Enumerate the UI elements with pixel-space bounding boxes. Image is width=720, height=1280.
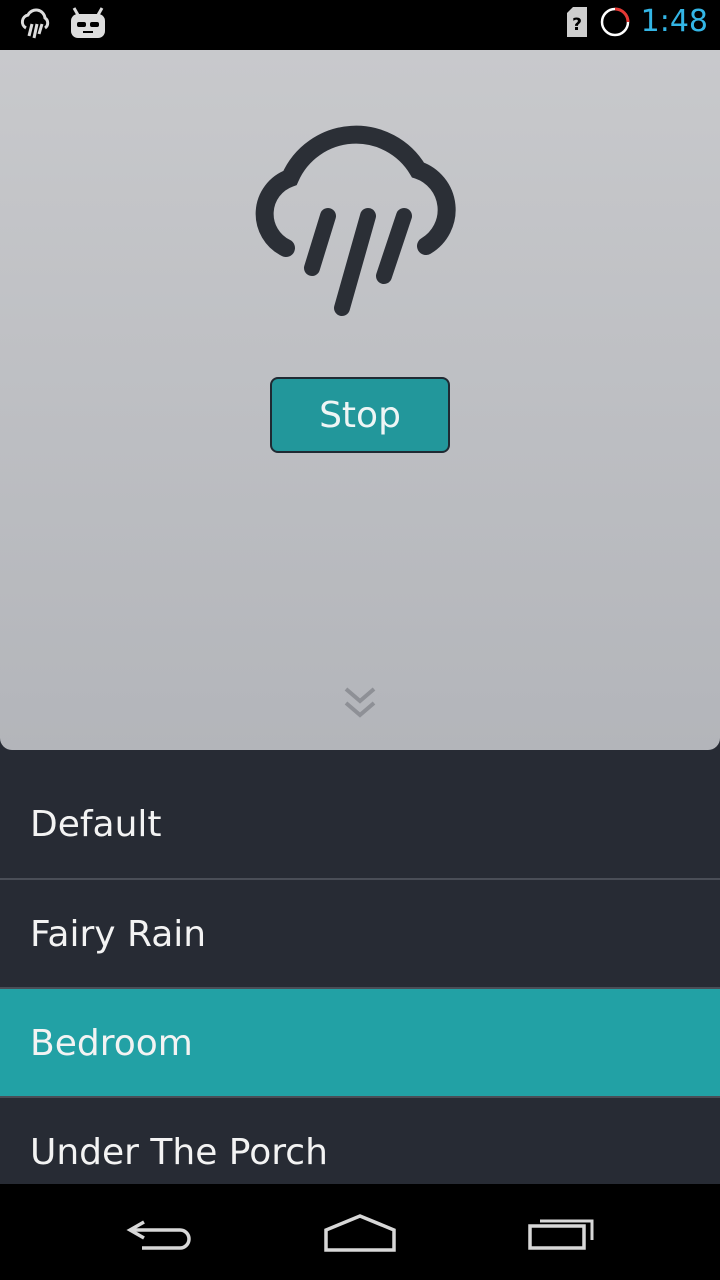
player-panel: Stop xyxy=(0,50,720,750)
list-item-fairy-rain[interactable]: Fairy Rain xyxy=(0,880,720,988)
list-item-label: Default xyxy=(30,803,162,845)
list-item-bedroom[interactable]: Bedroom xyxy=(0,989,720,1097)
list-item-label: Fairy Rain xyxy=(30,913,207,955)
rain-cloud-icon xyxy=(255,125,456,316)
loading-circle-icon xyxy=(600,7,630,36)
recent-apps-button[interactable] xyxy=(512,1204,612,1260)
list-item-label: Bedroom xyxy=(30,1022,193,1064)
clock: 1:48 xyxy=(640,4,708,39)
preset-list: Default Fairy Rain Bedroom Under The Por… xyxy=(0,750,720,1184)
system-status-icons: ? 1:48 xyxy=(565,4,708,39)
home-icon xyxy=(324,1214,396,1252)
notification-icons xyxy=(18,6,108,42)
back-icon xyxy=(126,1220,191,1250)
back-button[interactable] xyxy=(110,1204,210,1260)
double-chevron-down-icon[interactable] xyxy=(340,685,380,721)
list-item-label: Under The Porch xyxy=(30,1131,328,1173)
status-bar: ? 1:48 xyxy=(0,0,720,50)
cyanogen-mod-icon xyxy=(71,7,105,38)
list-item-under-the-porch[interactable]: Under The Porch xyxy=(0,1098,720,1184)
home-button[interactable] xyxy=(310,1204,410,1260)
navigation-bar xyxy=(0,1184,720,1280)
stop-button[interactable]: Stop xyxy=(270,377,450,453)
list-item-default[interactable]: Default xyxy=(0,770,720,878)
rain-cloud-icon xyxy=(20,8,50,39)
app-screen: ? 1:48 Stop Default Fairy Rain Bedroom U… xyxy=(0,0,720,1280)
recent-apps-icon xyxy=(528,1219,594,1250)
no-sim-icon: ? xyxy=(566,6,587,37)
svg-text:?: ? xyxy=(572,15,582,35)
